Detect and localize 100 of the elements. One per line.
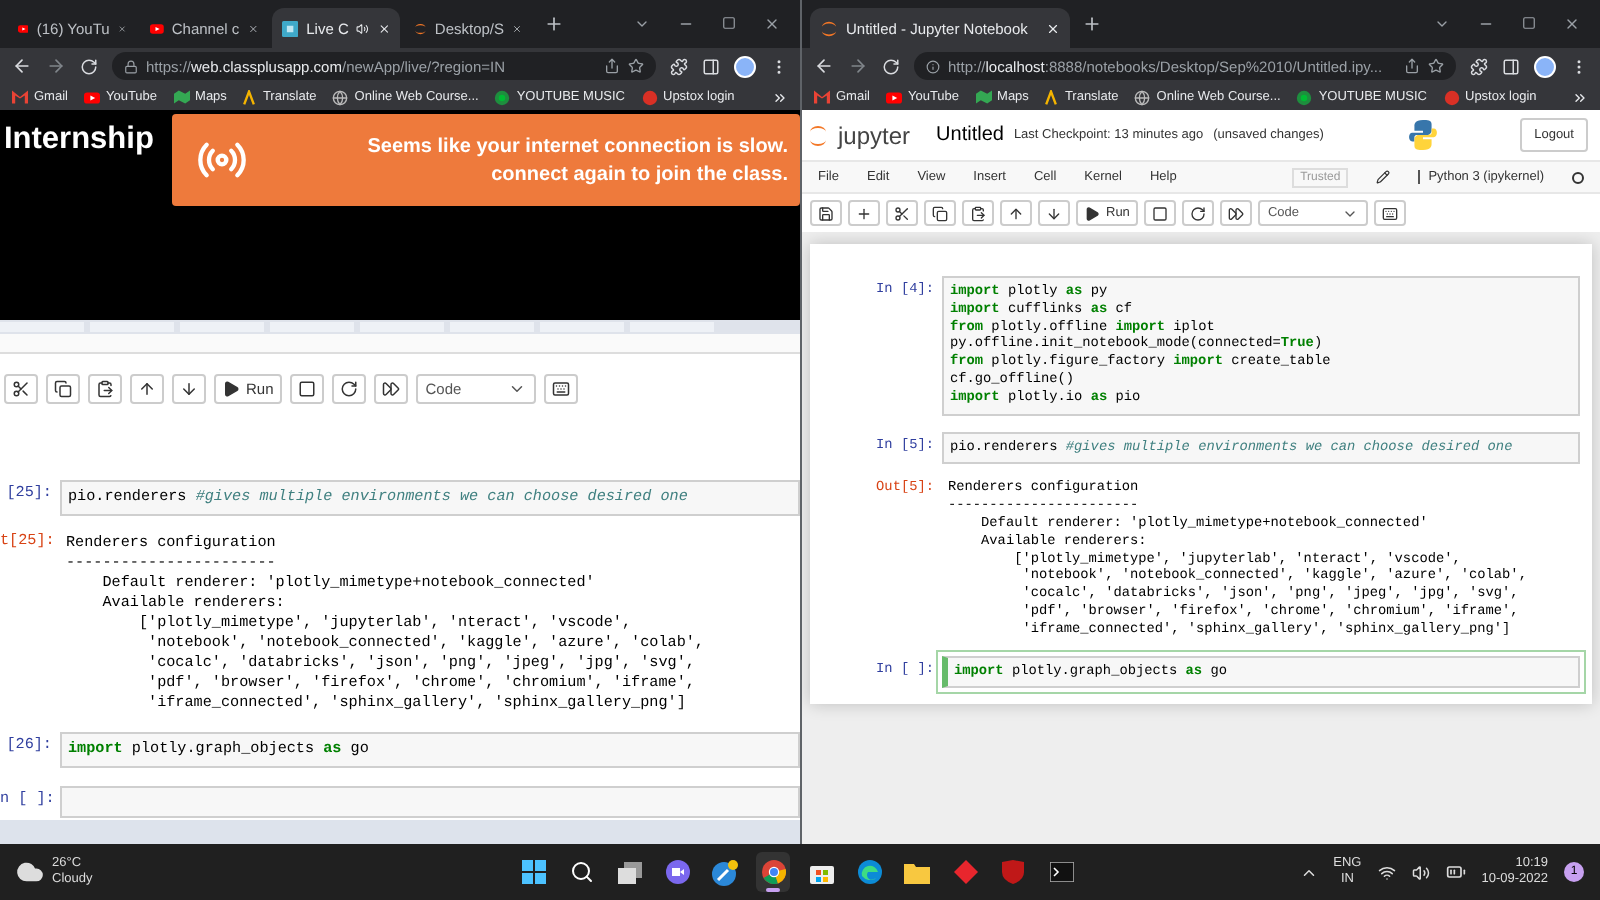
paste-icon — [96, 380, 114, 398]
circle-icon — [641, 89, 657, 105]
insert-cell-button[interactable] — [848, 200, 880, 226]
code-cell[interactable] — [942, 276, 1580, 416]
cut-button[interactable] — [4, 374, 38, 404]
play-icon — [222, 380, 240, 398]
move-down-button[interactable] — [1038, 200, 1070, 226]
play-icon — [18, 19, 29, 37]
close-icon[interactable] — [1564, 16, 1580, 32]
kernel-status-icon — [1572, 171, 1584, 183]
share-icon[interactable] — [1404, 58, 1420, 74]
restart-button[interactable] — [1181, 200, 1214, 226]
restart-button[interactable] — [331, 374, 366, 404]
tool-icon[interactable] — [712, 859, 738, 885]
pencil-icon[interactable] — [1376, 170, 1391, 184]
store-icon[interactable] — [809, 860, 833, 884]
command-palette-button[interactable] — [1373, 200, 1406, 226]
more-bookmarks-icon[interactable] — [772, 89, 788, 105]
copy-button[interactable] — [924, 200, 956, 226]
command-palette-button[interactable] — [543, 374, 578, 404]
battery-icon[interactable] — [1445, 862, 1466, 882]
command-palette-icon — [1381, 205, 1398, 221]
volume-icon[interactable] — [1411, 863, 1430, 881]
browser-icon[interactable] — [761, 860, 785, 884]
run-all-button[interactable] — [373, 374, 408, 404]
move-down-button[interactable] — [172, 374, 206, 404]
globe-icon — [332, 89, 349, 105]
extensions-icon[interactable] — [670, 57, 688, 75]
lock-icon[interactable] — [124, 59, 138, 73]
move-up-button[interactable] — [130, 374, 164, 404]
ring-icon — [414, 19, 427, 37]
save-button[interactable] — [810, 200, 842, 226]
translate-icon — [1044, 89, 1059, 105]
new-tab-icon[interactable] — [544, 14, 564, 34]
restart-icon — [1189, 205, 1206, 221]
terminal-icon[interactable] — [1049, 862, 1073, 882]
insert-cell-icon — [856, 205, 872, 221]
task-view-icon[interactable] — [617, 861, 641, 883]
close-icon[interactable] — [247, 21, 258, 35]
square-icon — [282, 19, 299, 37]
video-call-icon[interactable] — [665, 860, 689, 884]
logo-icon — [808, 123, 828, 147]
back-icon[interactable] — [814, 56, 834, 76]
chevron-down-icon[interactable] — [634, 16, 650, 32]
more-bookmarks-icon[interactable] — [1572, 89, 1588, 105]
circle-icon — [1296, 89, 1313, 105]
copy-button[interactable] — [46, 374, 80, 404]
folder-icon[interactable] — [904, 861, 930, 883]
paste-icon — [970, 205, 986, 221]
maximize-icon[interactable] — [1522, 16, 1536, 30]
move-up-button[interactable] — [1000, 200, 1032, 226]
notebook-title[interactable]: Untitled — [936, 124, 1004, 146]
map-icon — [173, 90, 190, 104]
cut-button[interactable] — [886, 200, 918, 226]
swirl-icon[interactable] — [857, 860, 881, 884]
search-icon[interactable] — [569, 860, 593, 884]
paste-button[interactable] — [88, 374, 122, 404]
stop-button[interactable] — [289, 374, 324, 404]
run-all-icon — [1227, 205, 1244, 221]
run-all-button[interactable] — [1219, 200, 1252, 226]
circle-icon — [494, 89, 511, 105]
move-down-icon — [1046, 205, 1062, 221]
restart-icon — [339, 380, 358, 398]
extensions-icon[interactable] — [1470, 57, 1488, 75]
move-up-icon — [1008, 205, 1024, 221]
paste-button[interactable] — [962, 200, 994, 226]
share-icon[interactable] — [604, 58, 620, 74]
info-icon[interactable] — [926, 59, 940, 73]
star-icon[interactable] — [628, 58, 644, 74]
close-icon[interactable] — [764, 16, 780, 32]
maximize-icon[interactable] — [722, 16, 736, 30]
alert-text: connect again to join the class. — [491, 163, 788, 185]
play-icon — [150, 19, 164, 37]
shield-icon[interactable] — [1002, 860, 1024, 884]
side-panel-icon[interactable] — [1502, 57, 1520, 75]
back-icon[interactable] — [12, 56, 32, 76]
copy-icon — [932, 205, 948, 221]
taskbar-button[interactable] — [756, 852, 790, 892]
video-heading: Internship — [2, 120, 154, 158]
alert-text: Seems like your internet connection is slow. — [367, 135, 788, 157]
new-tab-icon[interactable] — [1082, 14, 1102, 34]
circle-icon — [1443, 89, 1459, 105]
reload-icon[interactable] — [80, 57, 98, 75]
run-all-icon — [381, 380, 400, 398]
map-icon — [975, 90, 992, 104]
forward-icon[interactable] — [848, 56, 868, 76]
stop-button[interactable] — [1143, 200, 1176, 226]
chevron-down-icon[interactable] — [1434, 16, 1450, 32]
wifi-icon[interactable] — [1377, 863, 1396, 881]
avatar[interactable] — [1534, 55, 1556, 77]
side-panel-icon[interactable] — [702, 57, 720, 75]
avatar[interactable] — [734, 55, 756, 77]
code-cell[interactable] — [60, 786, 800, 818]
reload-icon[interactable] — [882, 57, 900, 75]
diamond-icon[interactable] — [953, 860, 977, 884]
forward-icon[interactable] — [46, 56, 66, 76]
star-icon[interactable] — [1428, 58, 1444, 74]
start-icon[interactable] — [521, 860, 545, 884]
play-icon — [1084, 205, 1100, 221]
play-icon — [885, 89, 902, 105]
